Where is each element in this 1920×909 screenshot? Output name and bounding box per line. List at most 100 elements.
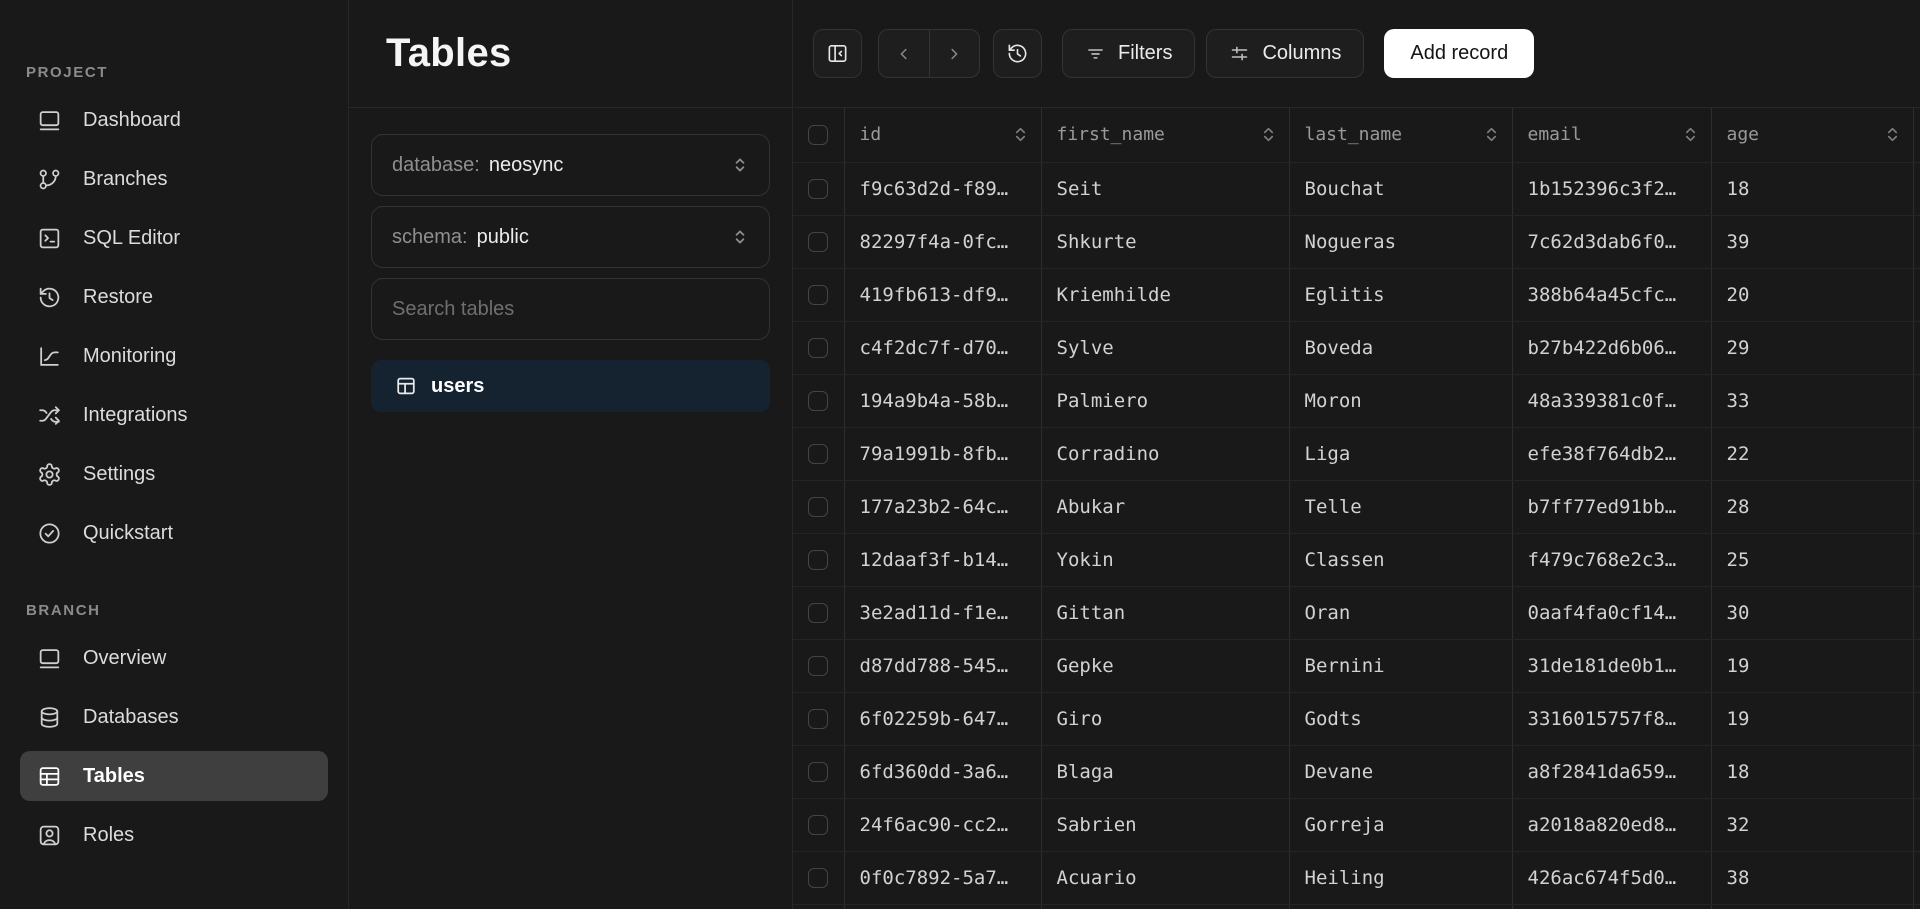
table-row[interactable]: 419fb613-df9… Kriemhilde Eglitis 388b64a45c… bbox=[793, 268, 1920, 322]
table-row[interactable]: 24f6ac90-cc2… Sabrien Gorreja a2018a820ed8…… bbox=[793, 798, 1920, 852]
table-row[interactable]: f9c63d2d-f89… Seit Bouchat 1b152396c3f2… 18 bbox=[793, 162, 1920, 216]
sidebar-item-label: Dashboard bbox=[83, 108, 181, 131]
cell-age: 30 bbox=[1711, 586, 1914, 640]
row-checkbox[interactable] bbox=[808, 867, 829, 888]
filters-button[interactable]: Filters bbox=[1062, 29, 1196, 78]
history-button[interactable] bbox=[993, 29, 1042, 78]
collapse-panel-button[interactable] bbox=[813, 29, 862, 78]
column-header-first-name[interactable]: first_name bbox=[1041, 108, 1290, 163]
sidebar-item-label: Integrations bbox=[83, 403, 188, 426]
table-row[interactable]: 6fd360dd-3a6… Blaga Devane a8f2841da659… 18 bbox=[793, 745, 1920, 799]
table-row[interactable]: d87dd788-545… Gepke Bernini 31de181de0b1… 19 bbox=[793, 639, 1920, 693]
row-checkbox[interactable] bbox=[808, 284, 829, 305]
sidebar-item-roles[interactable]: Roles bbox=[20, 810, 328, 860]
row-checkbox[interactable] bbox=[808, 443, 829, 464]
database-icon bbox=[40, 706, 59, 728]
cell-age: 20 bbox=[1711, 268, 1914, 322]
sidebar-item-quickstart[interactable]: Quickstart bbox=[20, 508, 328, 558]
cell-email: 48a339381c0f… bbox=[1512, 374, 1712, 428]
filter-lines-icon bbox=[1088, 49, 1103, 59]
row-checkbox[interactable] bbox=[808, 602, 829, 623]
table-row[interactable]: 194a9b4a-58b… Palmiero Moron 48a339381c0f… 3… bbox=[793, 374, 1920, 428]
row-checkbox[interactable] bbox=[808, 549, 829, 570]
row-checkbox[interactable] bbox=[808, 814, 829, 835]
sidebar-item-sql-editor[interactable]: SQL Editor bbox=[20, 213, 328, 263]
previous-page-button[interactable] bbox=[879, 30, 929, 77]
row-checkbox[interactable] bbox=[808, 708, 829, 729]
table-view: Filters Columns Add record id first_name… bbox=[793, 0, 1920, 909]
row-checkbox[interactable] bbox=[808, 655, 829, 676]
cell-age: 28 bbox=[1711, 480, 1914, 534]
sidebar-item-label: Overview bbox=[83, 646, 167, 669]
row-checkbox[interactable] bbox=[808, 390, 829, 411]
cell-email: 426ac674f5d0… bbox=[1512, 851, 1712, 905]
sidebar-item-dashboard[interactable]: Dashboard bbox=[20, 95, 328, 145]
columns-button-label: Columns bbox=[1262, 42, 1342, 64]
column-header-id[interactable]: id bbox=[844, 108, 1042, 163]
cell-last-name: Bouchat bbox=[1289, 162, 1513, 216]
sort-icon[interactable] bbox=[1682, 126, 1699, 143]
column-header-email[interactable]: email bbox=[1512, 108, 1712, 163]
cell-email: 3316015757f8… bbox=[1512, 692, 1712, 746]
sidebar-item-label: Tables bbox=[83, 764, 145, 787]
cell-last-name: Moron bbox=[1289, 374, 1513, 428]
schema-select[interactable]: schema: public bbox=[371, 206, 770, 268]
cell-id: 82297f4a-0fc… bbox=[844, 215, 1042, 269]
chart-line-icon bbox=[40, 346, 59, 366]
user-badge-icon bbox=[39, 825, 60, 845]
history-icon bbox=[1008, 44, 1027, 63]
table-list-item-users[interactable]: users bbox=[371, 360, 770, 412]
table-row[interactable]: 3e2ad11d-f1e… Gittan Oran 0aaf4fa0cf14… 30 bbox=[793, 586, 1920, 640]
sidebar-item-branches[interactable]: Branches bbox=[20, 154, 328, 204]
column-header-last-name[interactable]: last_name bbox=[1289, 108, 1513, 163]
panel-collapse-icon bbox=[828, 45, 847, 62]
add-record-button[interactable]: Add record bbox=[1384, 29, 1535, 78]
sort-icon[interactable] bbox=[1260, 126, 1277, 143]
table-row[interactable]: 12daaf3f-b14… Yokin Classen f479c768e2c3… 25 bbox=[793, 533, 1920, 587]
sort-icon[interactable] bbox=[1483, 126, 1500, 143]
search-tables-input[interactable] bbox=[392, 297, 749, 321]
row-checkbox[interactable] bbox=[808, 231, 829, 252]
terminal-icon bbox=[39, 228, 60, 248]
table-icon bbox=[39, 766, 60, 786]
cell-age: 19 bbox=[1711, 692, 1914, 746]
select-all-checkbox[interactable] bbox=[808, 124, 829, 145]
sidebar-item-tables[interactable]: Tables bbox=[20, 751, 328, 801]
database-select-value: neosync bbox=[488, 153, 564, 176]
sort-icon[interactable] bbox=[1012, 126, 1029, 143]
cell-id: 6fd360dd-3a6… bbox=[844, 745, 1042, 799]
table-row[interactable]: 79a1991b-8fb… Corradino Liga efe38f764db2… 2… bbox=[793, 427, 1920, 481]
column-header-age[interactable]: age bbox=[1711, 108, 1914, 163]
cell-email: efe38f764db2… bbox=[1512, 427, 1712, 481]
table-row[interactable]: c4f2dc7f-d70… Sylve Boveda b27b422d6b06… 29 bbox=[793, 321, 1920, 375]
cell-first-name: Seit bbox=[1041, 162, 1290, 216]
table-row[interactable]: 0f0c7892-5a7… Acuario Heiling 426ac674f5d0…… bbox=[793, 851, 1920, 905]
sidebar-item-overview[interactable]: Overview bbox=[20, 633, 328, 683]
row-checkbox[interactable] bbox=[808, 178, 829, 199]
sidebar-item-settings[interactable]: Settings bbox=[20, 449, 328, 499]
next-page-button[interactable] bbox=[928, 30, 980, 77]
dashboard-icon bbox=[39, 110, 60, 130]
database-select[interactable]: database: neosync bbox=[371, 134, 770, 196]
sidebar-item-databases[interactable]: Databases bbox=[20, 692, 328, 742]
table-row[interactable]: 82297f4a-0fc… Shkurte Nogueras 7c62d3dab6f0… bbox=[793, 215, 1920, 269]
cell-age: 18 bbox=[1711, 745, 1914, 799]
cell-last-name: Heiling bbox=[1289, 851, 1513, 905]
sidebar-item-monitoring[interactable]: Monitoring bbox=[20, 331, 328, 381]
table-row[interactable]: 6f02259b-647… Giro Godts 3316015757f8… 19 bbox=[793, 692, 1920, 746]
sort-icon[interactable] bbox=[1884, 126, 1901, 143]
row-checkbox[interactable] bbox=[808, 761, 829, 782]
cell-last-name: Bernini bbox=[1289, 639, 1513, 693]
sidebar-item-integrations[interactable]: Integrations bbox=[20, 390, 328, 440]
row-checkbox[interactable] bbox=[808, 496, 829, 517]
cell-first-name: Gittan bbox=[1041, 586, 1290, 640]
sidebar-item-restore[interactable]: Restore bbox=[20, 272, 328, 322]
cell-first-name: Abukar bbox=[1041, 480, 1290, 534]
table-row[interactable]: 177a23b2-64c… Abukar Telle b7ff77ed91bb… 28 bbox=[793, 480, 1920, 534]
cell-last-name: Eglitis bbox=[1289, 268, 1513, 322]
cell-first-name: Shkurte bbox=[1041, 215, 1290, 269]
cell-first-name: Palmiero bbox=[1041, 374, 1290, 428]
row-checkbox[interactable] bbox=[808, 337, 829, 358]
git-branch-icon bbox=[39, 169, 60, 189]
columns-button[interactable]: Columns bbox=[1206, 29, 1365, 78]
